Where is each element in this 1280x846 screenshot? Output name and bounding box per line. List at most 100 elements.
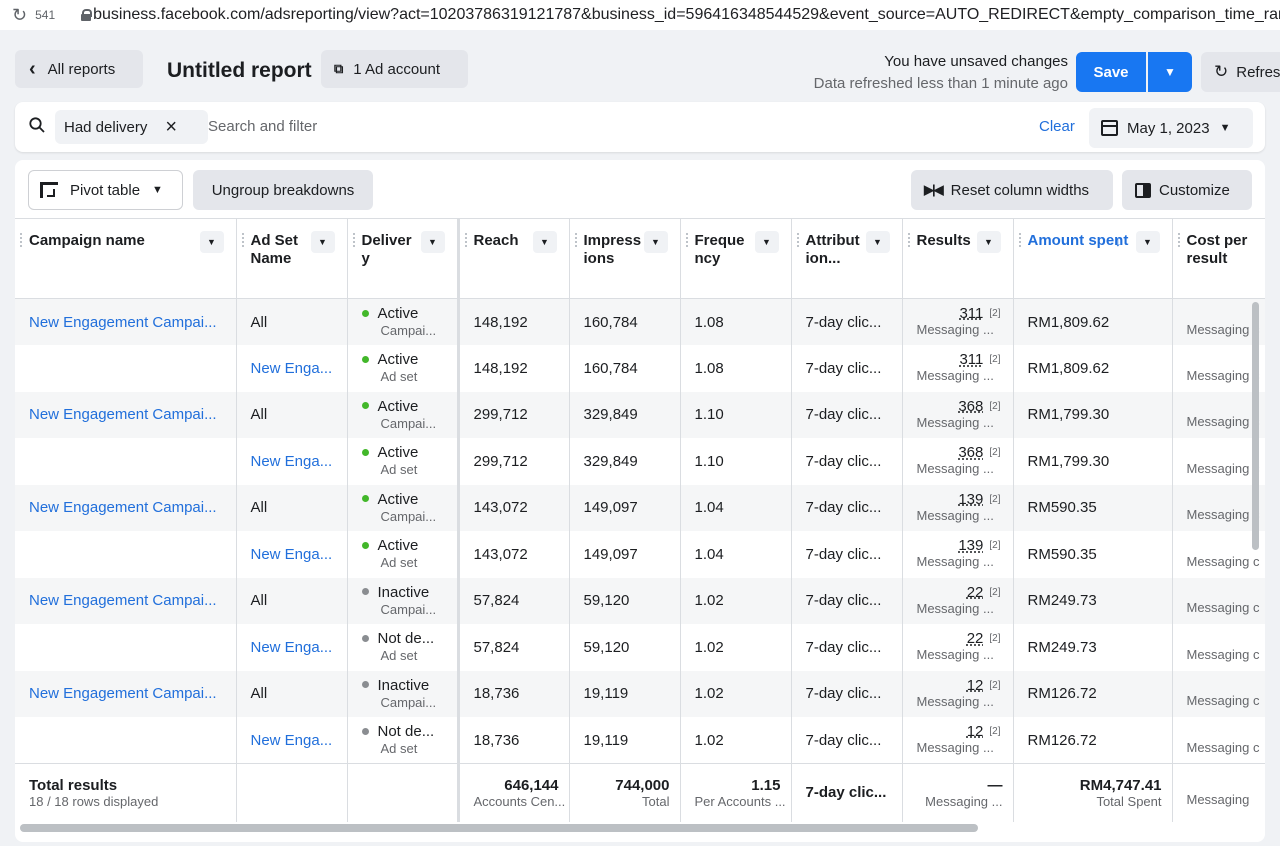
results-cell[interactable]: 12 [2] Messaging ... bbox=[902, 670, 1014, 717]
results-cell[interactable]: 22 [2] Messaging ... bbox=[902, 624, 1014, 671]
customize-button[interactable]: Customize bbox=[1122, 170, 1252, 210]
results-value[interactable]: 139 bbox=[958, 491, 983, 508]
results-value[interactable]: 368 bbox=[958, 398, 983, 415]
vertical-scrollbar[interactable] bbox=[1252, 302, 1259, 550]
refresh-button[interactable]: ↻ Refresh bbox=[1201, 52, 1280, 92]
column-header-reach[interactable]: Reach ▼ bbox=[458, 218, 570, 299]
drag-handle-icon[interactable] bbox=[574, 233, 577, 247]
results-value[interactable]: 22 bbox=[967, 630, 984, 647]
drag-handle-icon[interactable] bbox=[685, 233, 688, 247]
table-row[interactable]: New Enga... Active Ad set 299,712 329,849 1.1… bbox=[15, 438, 1265, 485]
save-button[interactable]: Save bbox=[1076, 52, 1146, 92]
campaign-name-cell[interactable] bbox=[15, 531, 237, 578]
sort-descending-icon[interactable]: ↓ bbox=[1115, 232, 1122, 250]
ad-set-name-cell[interactable]: New Enga... bbox=[236, 438, 348, 485]
results-value[interactable]: 368 bbox=[958, 444, 983, 461]
ad-set-name-cell[interactable]: All bbox=[236, 391, 348, 438]
table-row[interactable]: New Enga... Not de... Ad set 57,824 59,120 1.… bbox=[15, 624, 1265, 671]
reset-column-widths-button[interactable]: ▶|◀ Reset column widths bbox=[911, 170, 1113, 210]
caret-down-icon[interactable]: ▼ bbox=[1135, 231, 1160, 253]
column-header-results[interactable]: Results ▼ bbox=[902, 218, 1014, 299]
column-header-ad-set-name[interactable]: Ad Set Name ▼ bbox=[236, 218, 348, 299]
column-header-attribution[interactable]: Attribution... ▼ bbox=[791, 218, 903, 299]
campaign-name-cell[interactable] bbox=[15, 438, 237, 485]
caret-down-icon[interactable]: ▼ bbox=[976, 231, 1001, 253]
campaign-name-cell[interactable] bbox=[15, 717, 237, 764]
caret-down-icon[interactable]: ▼ bbox=[865, 231, 890, 253]
reload-icon[interactable]: ↻ bbox=[12, 5, 27, 26]
caret-down-icon[interactable]: ▼ bbox=[643, 231, 668, 253]
clear-filters-link[interactable]: Clear bbox=[1039, 118, 1075, 135]
campaign-name-cell[interactable]: New Engagement Campai... bbox=[15, 484, 237, 531]
results-cell[interactable]: 139 [2] Messaging ... bbox=[902, 484, 1014, 531]
all-reports-button[interactable]: ‹ All reports bbox=[15, 50, 143, 88]
ad-set-name-cell[interactable]: New Enga... bbox=[236, 717, 348, 764]
search-input[interactable]: Search and filter bbox=[208, 118, 317, 135]
campaign-name-cell[interactable]: New Engagement Campai... bbox=[15, 670, 237, 717]
caret-down-icon[interactable]: ▼ bbox=[532, 231, 557, 253]
results-cell[interactable]: 368 [2] Messaging ... bbox=[902, 391, 1014, 438]
close-icon[interactable]: × bbox=[165, 116, 177, 139]
campaign-name-cell[interactable]: New Engagement Campai... bbox=[15, 298, 237, 345]
results-value[interactable]: 139 bbox=[958, 537, 983, 554]
report-title[interactable]: Untitled report bbox=[167, 59, 312, 83]
campaign-name-cell[interactable]: New Engagement Campai... bbox=[15, 391, 237, 438]
results-value[interactable]: 311 bbox=[959, 305, 983, 322]
save-options-button[interactable]: ▼ bbox=[1148, 52, 1192, 92]
column-header-impressions[interactable]: Impressions ▼ bbox=[569, 218, 681, 299]
table-row[interactable]: New Enga... Active Ad set 143,072 149,097 1.0… bbox=[15, 531, 1265, 578]
table-row[interactable]: New Engagement Campai... All Active Campai.… bbox=[15, 484, 1265, 531]
date-range-picker[interactable]: May 1, 2023 ▼ bbox=[1089, 108, 1253, 148]
table-row[interactable]: New Engagement Campai... All Inactive Campa… bbox=[15, 577, 1265, 624]
results-cell[interactable]: 12 [2] Messaging ... bbox=[902, 717, 1014, 764]
column-header-campaign-name[interactable]: Campaign name ▼ bbox=[15, 218, 237, 299]
drag-handle-icon[interactable] bbox=[352, 233, 355, 247]
delivery-cell: Active Campai... bbox=[347, 484, 460, 531]
ad-set-name-cell[interactable]: All bbox=[236, 298, 348, 345]
campaign-name-cell[interactable] bbox=[15, 624, 237, 671]
campaign-name-cell[interactable]: New Engagement Campai... bbox=[15, 577, 237, 624]
drag-handle-icon[interactable] bbox=[1018, 233, 1021, 247]
pivot-table-dropdown[interactable]: Pivot table ▼ bbox=[28, 170, 183, 210]
column-header-delivery[interactable]: Delivery ▼ bbox=[347, 218, 460, 299]
drag-handle-icon[interactable] bbox=[1177, 233, 1180, 247]
drag-handle-icon[interactable] bbox=[20, 233, 22, 247]
caret-down-icon[interactable]: ▼ bbox=[199, 231, 224, 253]
results-cell[interactable]: 139 [2] Messaging ... bbox=[902, 531, 1014, 578]
table-row[interactable]: New Engagement Campai... All Active Campai.… bbox=[15, 298, 1265, 345]
ungroup-breakdowns-button[interactable]: Ungroup breakdowns bbox=[193, 170, 373, 210]
column-header-amount-spent[interactable]: Amount spent ↓ ▼ bbox=[1013, 218, 1173, 299]
filter-chip-had-delivery[interactable]: Had delivery × bbox=[55, 110, 208, 144]
campaign-name-cell[interactable] bbox=[15, 345, 237, 392]
ad-set-name-cell[interactable]: New Enga... bbox=[236, 345, 348, 392]
drag-handle-icon[interactable] bbox=[464, 233, 467, 247]
ad-set-name-cell[interactable]: All bbox=[236, 577, 348, 624]
drag-handle-icon[interactable] bbox=[241, 233, 244, 247]
caret-down-icon[interactable]: ▼ bbox=[310, 231, 335, 253]
caret-down-icon[interactable]: ▼ bbox=[754, 231, 779, 253]
column-header-frequency[interactable]: Frequency ▼ bbox=[680, 218, 792, 299]
drag-handle-icon[interactable] bbox=[796, 233, 799, 247]
results-value[interactable]: 311 bbox=[959, 351, 983, 368]
results-value[interactable]: 12 bbox=[967, 723, 984, 740]
table-row[interactable]: New Engagement Campai... All Inactive Campa… bbox=[15, 670, 1265, 717]
table-row[interactable]: New Enga... Active Ad set 148,192 160,784 1.0… bbox=[15, 345, 1265, 392]
results-cell[interactable]: 368 [2] Messaging ... bbox=[902, 438, 1014, 485]
ad-set-name-cell[interactable]: All bbox=[236, 670, 348, 717]
results-cell[interactable]: 22 [2] Messaging ... bbox=[902, 577, 1014, 624]
ad-set-name-cell[interactable]: New Enga... bbox=[236, 531, 348, 578]
results-cell[interactable]: 311 [2] Messaging ... bbox=[902, 298, 1014, 345]
results-value[interactable]: 12 bbox=[967, 677, 984, 694]
drag-handle-icon[interactable] bbox=[907, 233, 910, 247]
results-cell[interactable]: 311 [2] Messaging ... bbox=[902, 345, 1014, 392]
table-row[interactable]: New Engagement Campai... All Active Campai.… bbox=[15, 391, 1265, 438]
ad-account-button[interactable]: ⧉ 1 Ad account bbox=[321, 50, 468, 88]
results-value[interactable]: 22 bbox=[967, 584, 984, 601]
horizontal-scrollbar[interactable] bbox=[20, 824, 978, 832]
url-text[interactable]: business.facebook.com/adsreporting/view?… bbox=[93, 6, 1280, 24]
ad-set-name-cell[interactable]: All bbox=[236, 484, 348, 531]
column-header-cost-per-result[interactable]: Cost per result bbox=[1172, 218, 1265, 299]
table-row[interactable]: New Enga... Not de... Ad set 18,736 19,119 1.… bbox=[15, 717, 1265, 764]
ad-set-name-cell[interactable]: New Enga... bbox=[236, 624, 348, 671]
caret-down-icon[interactable]: ▼ bbox=[420, 231, 445, 253]
